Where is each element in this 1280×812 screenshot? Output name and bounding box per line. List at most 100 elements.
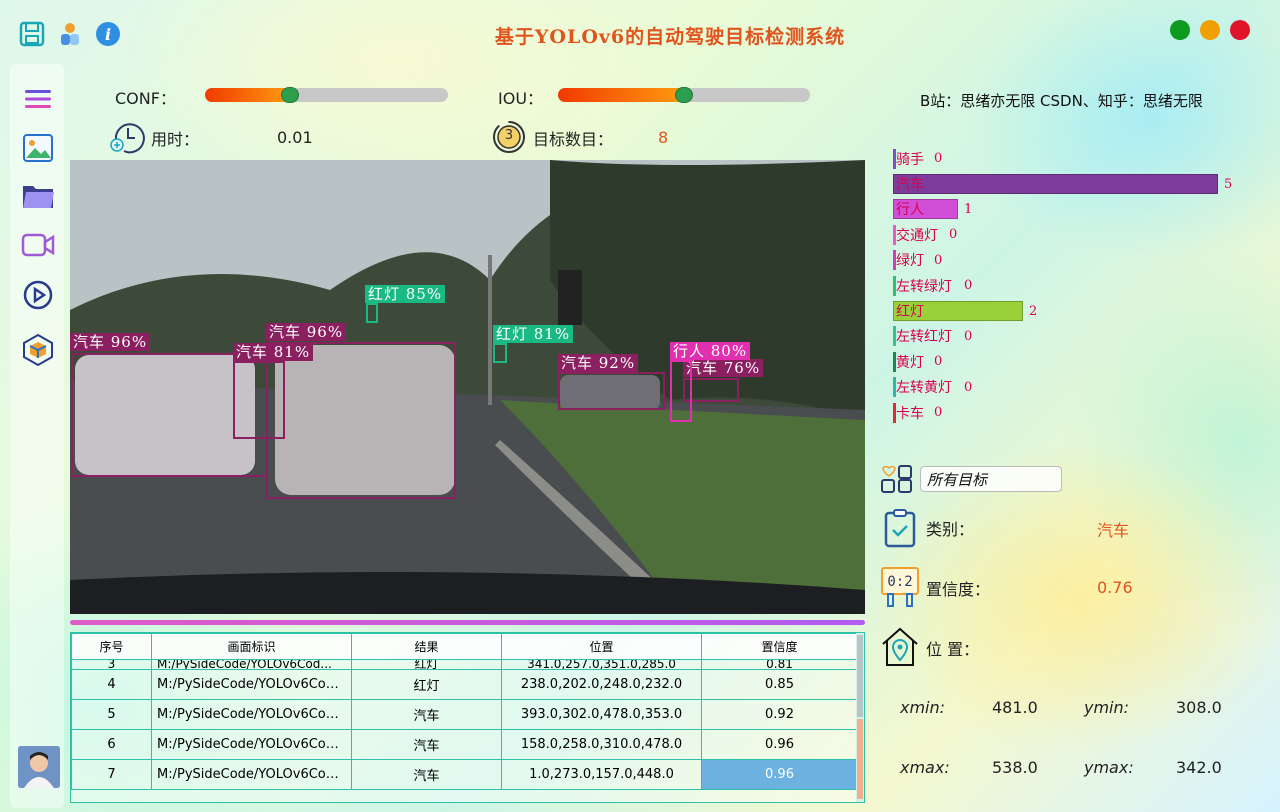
detection-label: 汽车 96% — [266, 323, 347, 341]
avatar[interactable] — [18, 746, 60, 788]
class-count-value: 1 — [964, 201, 973, 217]
cell-result: 汽车 — [351, 699, 502, 730]
app-title: 基于YOLOv6的自动驾驶目标检测系统 — [494, 26, 846, 48]
col-header-result[interactable]: 结果 — [351, 633, 502, 660]
conf-slider[interactable] — [205, 87, 448, 103]
class-count-name: 左转绿灯 — [896, 278, 952, 295]
detection-label: 红灯 85% — [365, 285, 446, 303]
detection-label: 汽车 76% — [683, 359, 764, 377]
image-icon[interactable] — [21, 131, 55, 165]
cell-result: 红灯 — [351, 669, 502, 700]
cell-index: 3 — [71, 659, 152, 670]
col-header-confidence[interactable]: 置信度 — [701, 633, 858, 660]
detection-box — [670, 360, 692, 422]
confidence-value: 0.76 — [1097, 578, 1133, 597]
detection-box — [266, 342, 456, 499]
conf-slider-knob[interactable] — [281, 87, 299, 103]
cell-position: 238.0,202.0,248.0,232.0 — [501, 669, 702, 700]
scrollbar-thumb[interactable] — [857, 635, 863, 717]
table-row[interactable]: 6 M:/PySideCode/YOLOv6Cod... 汽车 158.0,25… — [71, 729, 858, 760]
class-value: 汽车 — [1097, 521, 1130, 540]
xmin-label: xmin: — [900, 698, 946, 717]
target-count-badge: 3 — [504, 128, 514, 143]
cell-confidence: 0.85 — [701, 669, 858, 700]
cell-confidence: 0.96 — [701, 729, 858, 760]
close-button[interactable] — [1230, 20, 1250, 40]
iou-slider[interactable] — [558, 87, 810, 103]
count-value: 8 — [658, 128, 669, 147]
folder-icon[interactable] — [21, 179, 55, 213]
class-count-name: 骑手 — [896, 151, 924, 168]
svg-text:0:2: 0:2 — [887, 574, 912, 590]
class-count-chart: 骑手 0 汽车 5 行人 1 交通灯 0 绿灯 0 左转绿灯 0 红灯 2 左转红灯 0 黄灯 0 左转黄灯 0 卡车 0 — [893, 146, 1253, 425]
cell-result: 汽车 — [351, 759, 502, 790]
class-count-value: 0 — [934, 252, 943, 268]
cell-position: 393.0,302.0,478.0,353.0 — [501, 699, 702, 730]
filter-icon — [880, 464, 916, 498]
class-count-value: 0 — [964, 379, 973, 395]
results-table[interactable]: 序号 画面标识 结果 位置 置信度 3 M:/PySideCode/YOLOv6… — [70, 632, 865, 803]
class-count-value: 0 — [934, 354, 943, 370]
cell-index: 5 — [71, 699, 152, 730]
play-icon[interactable] — [21, 278, 55, 312]
target-filter-select[interactable]: 所有目标 — [920, 466, 1062, 492]
class-count-row: 汽车 5 — [893, 171, 1253, 196]
target-count-icon: 3 — [491, 119, 527, 155]
class-count-name: 行人 — [896, 202, 924, 219]
ymax-label: ymax: — [1084, 758, 1134, 777]
cell-confidence: 0.92 — [701, 699, 858, 730]
cell-position: 158.0,258.0,310.0,478.0 — [501, 729, 702, 760]
cell-source: M:/PySideCode/YOLOv6Cod... — [151, 669, 352, 700]
menu-icon[interactable] — [21, 82, 55, 116]
cell-position: 1.0,273.0,157.0,448.0 — [501, 759, 702, 790]
cell-source: M:/PySideCode/YOLOv6Cod... — [151, 759, 352, 790]
table-row[interactable]: 4 M:/PySideCode/YOLOv6Cod... 红灯 238.0,20… — [71, 669, 858, 700]
detection-label: 汽车 92% — [558, 354, 639, 372]
class-count-name: 绿灯 — [896, 253, 924, 270]
class-count-name: 左转红灯 — [896, 329, 952, 346]
view-separator — [70, 620, 865, 625]
table-row-selected[interactable]: 7 M:/PySideCode/YOLOv6Cod... 汽车 1.0,273.… — [71, 759, 858, 790]
ymax-value: 342.0 — [1176, 758, 1222, 777]
cell-confidence: 0.81 — [701, 659, 858, 670]
video-icon[interactable] — [21, 228, 55, 262]
class-count-name: 左转黄灯 — [896, 380, 952, 397]
detection-box — [366, 303, 378, 323]
class-count-value: 2 — [1029, 303, 1038, 319]
class-count-row: 绿灯 0 — [893, 248, 1253, 273]
model-icon[interactable] — [21, 333, 55, 367]
iou-label: IOU： — [498, 89, 544, 108]
minimize-button[interactable] — [1200, 20, 1220, 40]
iou-slider-fill — [558, 88, 684, 102]
detection-box — [558, 372, 665, 410]
cell-confidence: 0.96 — [701, 759, 858, 790]
table-scrollbar[interactable] — [856, 633, 864, 802]
cell-index: 7 — [71, 759, 152, 790]
sidebar — [10, 64, 64, 808]
table-row[interactable]: 5 M:/PySideCode/YOLOv6Cod... 汽车 393.0,30… — [71, 699, 858, 730]
ymin-value: 308.0 — [1176, 698, 1222, 717]
scrollbar-track-marker — [857, 719, 863, 799]
location-icon — [880, 626, 920, 672]
detection-image-view[interactable]: 汽车 96% 汽车 81% 汽车 96% 红灯 85% 红灯 81% 汽车 92… — [70, 160, 865, 614]
time-label: 用时： — [151, 130, 200, 149]
detection-label: 行人 80% — [670, 342, 751, 360]
class-label: 类别： — [926, 520, 975, 539]
col-header-index[interactable]: 序号 — [71, 633, 152, 660]
conf-label: CONF： — [115, 89, 176, 108]
detection-label: 红灯 81% — [493, 325, 574, 343]
cell-position: 341.0,257.0,351.0,285.0 — [501, 659, 702, 670]
class-count-row: 左转黄灯 0 — [893, 375, 1253, 400]
iou-slider-knob[interactable] — [675, 87, 693, 103]
col-header-source[interactable]: 画面标识 — [151, 633, 352, 660]
maximize-button[interactable] — [1170, 20, 1190, 40]
cell-source: M:/PySideCode/YOLOv6Cod... — [151, 729, 352, 760]
class-count-name: 红灯 — [896, 304, 924, 321]
col-header-position[interactable]: 位置 — [501, 633, 702, 660]
ymin-label: ymin: — [1084, 698, 1130, 717]
table-row[interactable]: 3 M:/PySideCode/YOLOv6Cod... 红灯 341.0,25… — [71, 659, 858, 670]
class-count-value: 0 — [934, 151, 943, 167]
clipboard-icon — [884, 508, 916, 552]
class-count-row: 红灯 2 — [893, 298, 1253, 323]
time-value: 0.01 — [277, 128, 313, 147]
